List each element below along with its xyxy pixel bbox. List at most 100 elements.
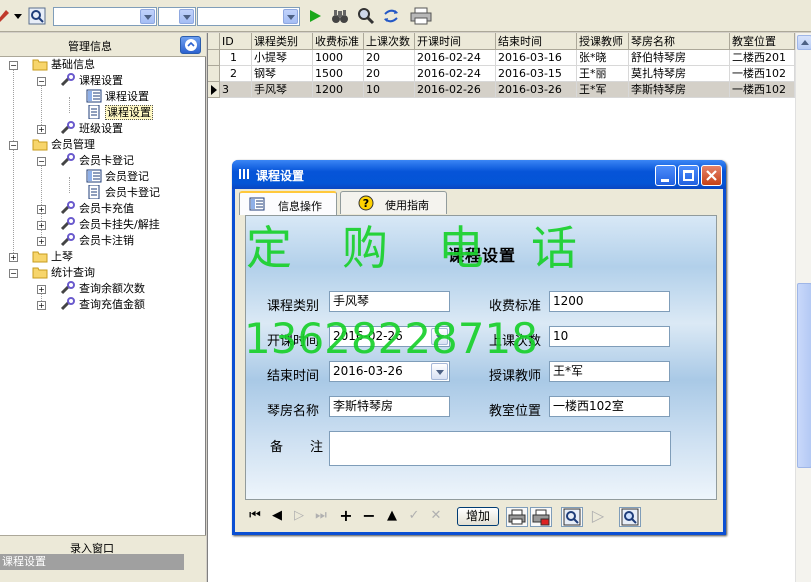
grid-cell[interactable]: 2016-03-16 (496, 50, 577, 66)
tree-collapse-toggle[interactable]: − (9, 269, 18, 278)
tree-item-course-settings[interactable]: 课程设置 (60, 73, 123, 89)
grid-cell[interactable]: 1500 (313, 66, 364, 82)
maximize-button[interactable] (678, 165, 699, 186)
fee-input[interactable]: 1200 (549, 291, 670, 312)
grid-header-sessions[interactable]: 上课次数 (364, 33, 415, 50)
filter-combo-1[interactable] (53, 7, 157, 26)
chevron-down-icon[interactable] (283, 9, 298, 24)
grid-header-id[interactable]: ID (220, 33, 252, 50)
grid-header-category[interactable]: 课程类别 (252, 33, 313, 50)
tree-collapse-toggle[interactable]: − (9, 61, 18, 70)
grid-cell[interactable]: 2016-03-15 (496, 66, 577, 82)
grid-header-fee[interactable]: 收费标准 (313, 33, 364, 50)
tab-user-guide[interactable]: ? 使用指南 (340, 191, 447, 214)
end-date-picker[interactable]: 2016-03-26 (329, 361, 450, 382)
grid-cell[interactable]: 舒伯特琴房 (629, 50, 730, 66)
tree-item-member-register[interactable]: 会员登记 (86, 169, 149, 185)
binoculars-icon[interactable] (331, 7, 349, 25)
grid-cell[interactable]: 二楼西201 (730, 50, 795, 66)
grid-cell[interactable]: 手风琴 (252, 82, 313, 98)
add-record-icon[interactable]: + (338, 508, 354, 524)
room-input[interactable]: 李斯特琴房 (329, 396, 450, 417)
tree-item-member-card-entry[interactable]: 会员卡登记 (86, 185, 160, 201)
dialog-titlebar[interactable]: 课程设置 (232, 160, 726, 189)
tree-item-query-balance[interactable]: 查询余额次数 (60, 281, 145, 297)
tree-item-member-management[interactable]: 会员管理 (32, 137, 95, 153)
next-record-icon[interactable]: ▷ (291, 508, 307, 524)
filter-combo-2[interactable] (158, 7, 196, 26)
sessions-input[interactable]: 10 (549, 326, 670, 347)
window-menu-icon[interactable] (238, 168, 250, 180)
tree-expand-toggle[interactable]: + (37, 221, 46, 230)
grid-cell[interactable]: 1200 (313, 82, 364, 98)
grid-cell[interactable]: 2 (220, 66, 252, 82)
chevron-down-icon[interactable] (140, 9, 155, 24)
tree-item-class-settings[interactable]: 班级设置 (60, 121, 123, 137)
entry-window-item[interactable]: 课程设置 (0, 554, 184, 570)
cancel-record-icon[interactable]: ✕ (428, 508, 444, 524)
grid-cell[interactable]: 3 (220, 82, 252, 98)
tree-collapse-toggle[interactable]: − (37, 77, 46, 86)
grid-cell[interactable]: 1 (220, 50, 252, 66)
post-record-icon[interactable]: ✓ (406, 508, 422, 524)
zoom-button[interactable] (619, 507, 641, 527)
grid-cell[interactable]: 李斯特琴房 (629, 82, 730, 98)
grid-vertical-scrollbar[interactable] (795, 33, 811, 582)
last-record-icon[interactable]: ⏭ (313, 508, 329, 524)
tree-expand-toggle[interactable]: + (37, 237, 46, 246)
play-icon[interactable] (306, 7, 324, 25)
tree-item-course-settings-entry[interactable]: 课程设置 (86, 105, 153, 121)
tree-expand-toggle[interactable]: + (37, 125, 46, 134)
remark-textarea[interactable] (329, 431, 671, 466)
tree-item-member-card-cancel[interactable]: 会员卡注销 (60, 233, 134, 249)
edit-record-icon[interactable]: ▲ (384, 508, 400, 524)
category-input[interactable]: 手风琴 (329, 291, 450, 312)
grid-cell[interactable]: 小提琴 (252, 50, 313, 66)
grid-cell[interactable]: 20 (364, 50, 415, 66)
grid-header-teacher[interactable]: 授课教师 (577, 33, 629, 50)
chevron-down-icon[interactable] (431, 363, 448, 380)
grid-cell[interactable]: 一楼西102 (730, 82, 795, 98)
search-record-button[interactable] (561, 507, 583, 527)
tree-collapse-toggle[interactable]: − (37, 157, 46, 166)
grid-cell[interactable]: 王*丽 (577, 66, 629, 82)
grid-header-start[interactable]: 开课时间 (415, 33, 496, 50)
tree-item-course-settings-view[interactable]: 课程设置 (86, 89, 149, 105)
delete-record-icon[interactable]: − (361, 508, 377, 524)
grid-cell[interactable]: 20 (364, 66, 415, 82)
refresh-icon[interactable] (382, 7, 400, 25)
grid-cell[interactable]: 2016-02-24 (415, 50, 496, 66)
next-page-icon[interactable]: ▷ (590, 508, 606, 524)
grid-cell[interactable]: 2016-02-26 (415, 82, 496, 98)
find-icon[interactable] (357, 7, 375, 25)
row-indicator[interactable] (208, 50, 220, 66)
grid-cell[interactable]: 莫扎特琴房 (629, 66, 730, 82)
tree-item-piano-session[interactable]: 上琴 (32, 249, 73, 265)
dropdown-arrow-icon[interactable] (14, 14, 22, 19)
scroll-up-button[interactable] (797, 35, 811, 50)
scroll-thumb[interactable] (797, 283, 811, 468)
tree-expand-toggle[interactable]: + (37, 285, 46, 294)
grid-cell[interactable]: 10 (364, 82, 415, 98)
grid-cell[interactable]: 2016-03-26 (496, 82, 577, 98)
tree-expand-toggle[interactable]: + (37, 301, 46, 310)
grid-header-classroom[interactable]: 教室位置 (730, 33, 795, 50)
tree-item-statistics[interactable]: 统计查询 (32, 265, 95, 281)
tree-item-basic-info[interactable]: 基础信息 (32, 57, 95, 73)
grid-cell[interactable]: 2016-02-24 (415, 66, 496, 82)
print-preview-button[interactable] (530, 507, 552, 527)
first-record-icon[interactable]: ⏮ (247, 508, 263, 524)
tree-item-query-topup[interactable]: 查询充值金额 (60, 297, 145, 313)
grid-cell[interactable]: 王*军 (577, 82, 629, 98)
close-button[interactable] (701, 165, 722, 186)
print-button[interactable] (506, 507, 528, 527)
tree-expand-toggle[interactable]: + (9, 253, 18, 262)
grid-header-room[interactable]: 琴房名称 (629, 33, 730, 50)
add-button[interactable]: 增加 (457, 507, 499, 526)
minimize-button[interactable] (655, 165, 676, 186)
search-icon[interactable] (28, 7, 46, 25)
grid-header-end[interactable]: 结束时间 (496, 33, 577, 50)
tree-expand-toggle[interactable]: + (37, 205, 46, 214)
tree-collapse-toggle[interactable]: − (9, 141, 18, 150)
classroom-input[interactable]: 一楼西102室 (549, 396, 670, 417)
